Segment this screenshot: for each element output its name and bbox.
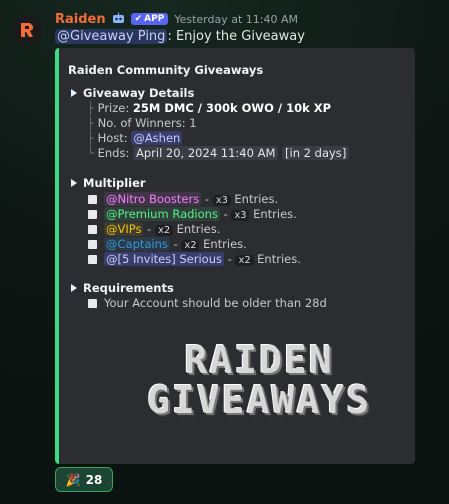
avatar[interactable] [12,15,42,45]
tree-branch: ├ [87,116,98,130]
requirement-text: Your Account should be older than 28d [104,296,327,310]
entries-label: Entries. [257,252,301,266]
discord-message-view: Raiden ✔ APP Yesterday at 11:40 AM @Give… [0,0,449,504]
raiden-logo-icon [21,23,33,37]
host-mention[interactable]: @Ashen [131,131,183,145]
checkbox-icon [88,194,97,204]
role-mention[interactable]: @[5 Invites] Serious [104,252,224,266]
app-badge: ✔ APP [130,13,169,25]
multiplier-item: @VIPs - x2 Entries. [88,222,220,236]
multiplier-value: x3 [231,210,250,221]
giveaway-embed: Raiden Community Giveaways Giveaway Deta… [55,48,415,464]
giveaway-ping-mention[interactable]: @Giveaway Ping [55,29,168,44]
winners-text: No. of Winners: 1 [97,116,197,130]
ends-relative: in 2 days [289,146,342,160]
party-popper-icon: 🎉 [65,472,81,487]
triangle-right-icon [71,179,77,187]
role-mention[interactable]: @Nitro Boosters [104,192,202,206]
ends-line: └ Ends: April 20, 2024 11:40 AM [in 2 da… [87,146,350,160]
checkbox-icon [88,254,97,264]
details-heading: Giveaway Details [71,86,194,100]
role-mention[interactable]: @Captains [104,237,170,251]
role-mention[interactable]: @Premium Radions [104,207,220,221]
banner-line-1: RAIDEN [184,338,334,382]
requirements-heading-label: Requirements [83,281,174,295]
entries-label: Entries. [176,222,221,236]
checkbox-icon [88,298,97,308]
tree-branch: └ [87,146,98,160]
winners-line: ├ No. of Winners: 1 [87,116,197,130]
prize-label: Prize: [97,101,130,115]
multiplier-item: @Nitro Boosters - x3 Entries. [88,192,278,206]
multiplier-value: x3 [212,195,231,206]
entries-label: Entries. [253,207,297,221]
bot-role-icon [112,12,125,27]
host-line: ├ Host: @Ashen [87,131,183,145]
prize-line: ├ Prize: 25M DMC / 300k OWO / 10k XP [87,101,331,115]
multiplier-heading-label: Multiplier [83,176,146,190]
checkbox-icon [88,239,97,249]
multiplier-item: @Premium Radions - x3 Entries. [88,207,297,221]
checkbox-icon [88,224,97,234]
prize-value: 25M DMC / 300k OWO / 10k XP [132,101,332,115]
ends-label: Ends: [97,146,130,160]
banner-line-2: GIVEAWAYS [147,378,371,422]
tree-branch: ├ [87,131,98,145]
requirement-item: Your Account should be older than 28d [88,296,327,310]
embed-title: Raiden Community Giveaways [68,63,264,77]
details-heading-label: Giveaway Details [83,86,195,100]
host-label: Host: [97,131,128,145]
ends-date[interactable]: April 20, 2024 11:40 AM [132,146,279,160]
multiplier-value: x2 [154,225,173,236]
multiplier-item: @[5 Invites] Serious - x2 Entries. [88,252,301,266]
message-text: : Enjoy the Giveaway [167,29,305,44]
entries-label: Entries. [203,237,247,251]
requirements-heading: Requirements [71,281,174,295]
triangle-right-icon [71,284,77,292]
message-timestamp[interactable]: Yesterday at 11:40 AM [174,13,298,26]
role-mention[interactable]: @VIPs [104,222,144,236]
ends-relative-pill[interactable]: [in 2 days] [282,146,350,160]
author-name[interactable]: Raiden [55,12,106,27]
checkmark-icon: ✔ [134,14,143,24]
tree-branch: ├ [87,101,98,115]
checkbox-icon [88,209,97,219]
triangle-right-icon [71,89,77,97]
app-badge-label: APP [144,14,165,24]
message-content: @Giveaway Ping: Enjoy the Giveaway [55,29,305,44]
reaction-count: 28 [85,472,103,487]
multiplier-value: x2 [181,240,200,251]
message-header: Raiden ✔ APP Yesterday at 11:40 AM [55,11,298,27]
entries-label: Entries. [234,192,279,206]
reaction-button[interactable]: 🎉 28 [55,467,113,492]
multiplier-value: x2 [235,255,254,266]
multiplier-heading: Multiplier [71,176,146,190]
giveaway-banner-image[interactable]: RAIDEN GIVEAWAYS [139,340,379,420]
multiplier-item: @Captains - x2 Entries. [88,237,247,251]
